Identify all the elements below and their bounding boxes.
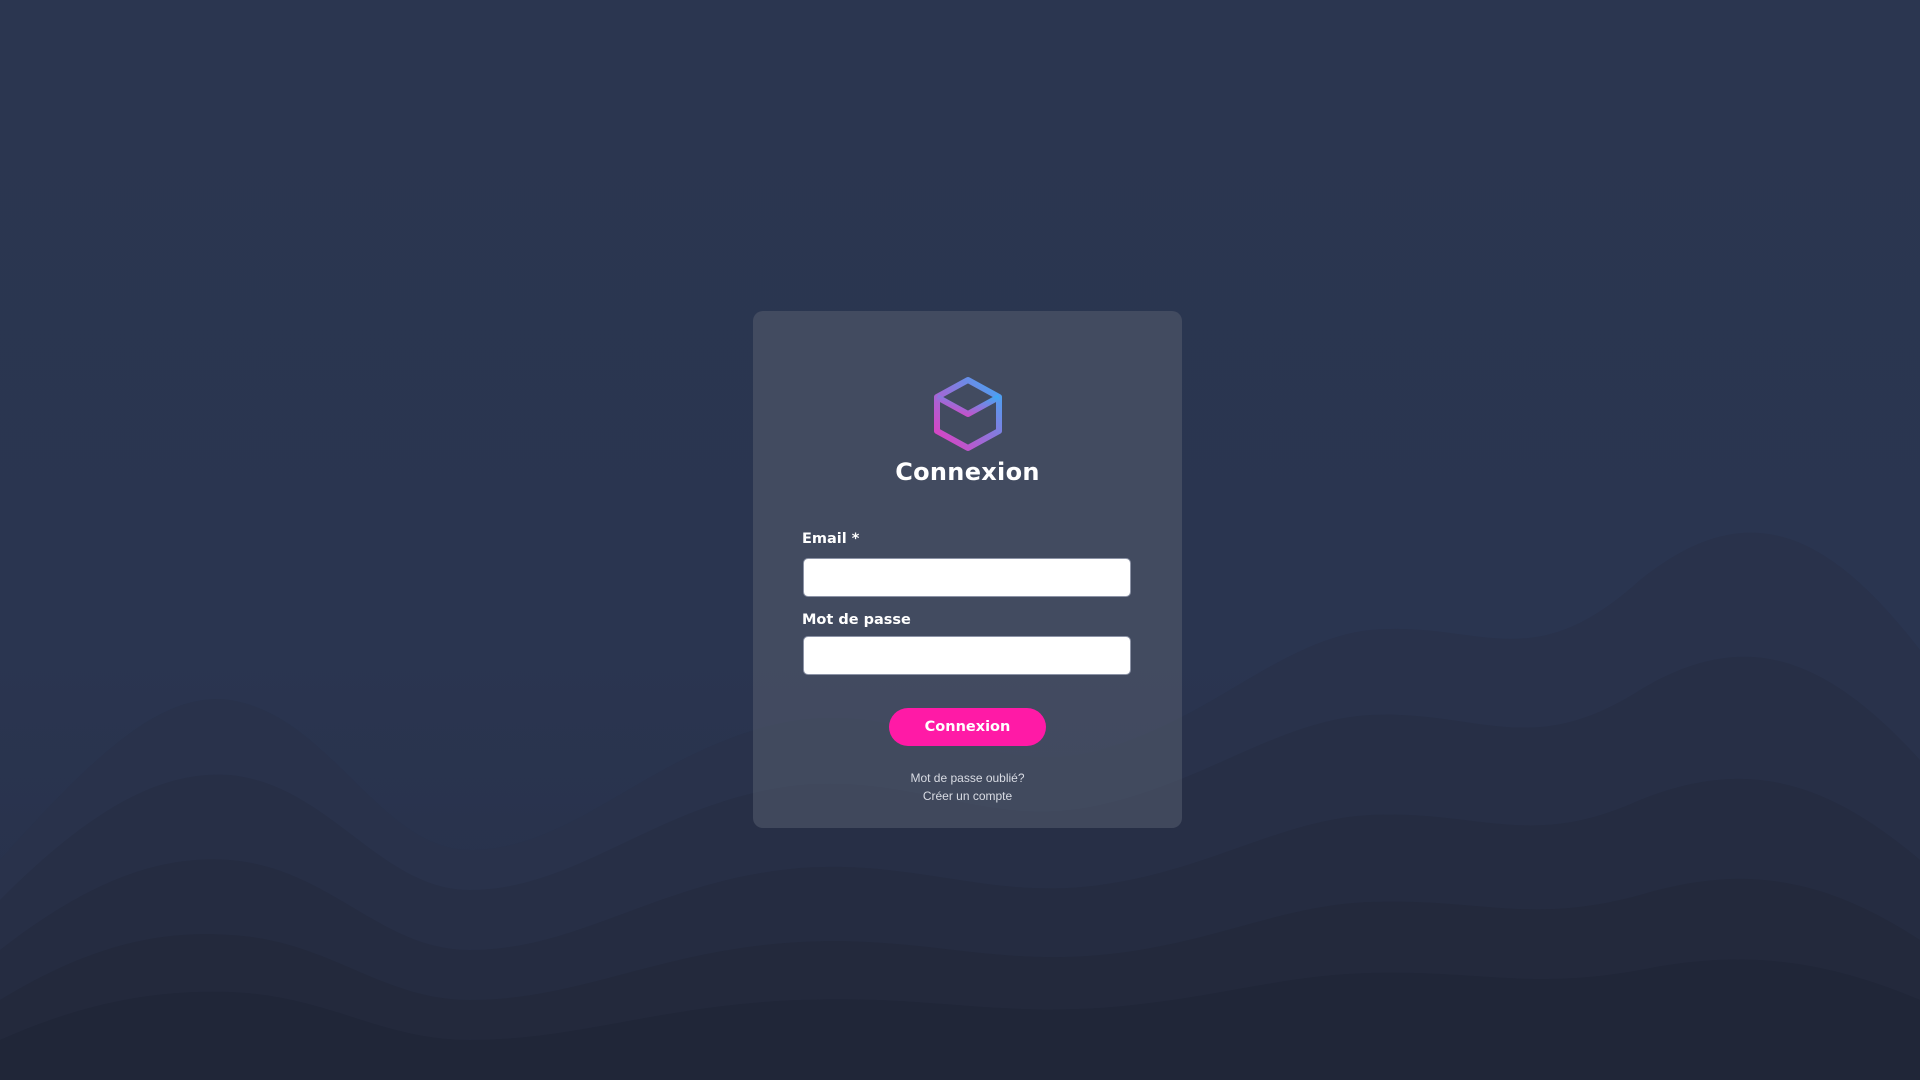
login-page: Connexion Email * Mot de passe Connexion… [0, 0, 1920, 1080]
email-field[interactable] [803, 558, 1131, 597]
page-title: Connexion [895, 458, 1040, 486]
password-field[interactable] [803, 636, 1131, 675]
login-button[interactable]: Connexion [889, 708, 1046, 746]
auth-links: Mot de passe oublié? Créer un compte [753, 769, 1182, 805]
password-label: Mot de passe [802, 612, 911, 628]
create-account-link[interactable]: Créer un compte [753, 787, 1182, 805]
login-card: Connexion Email * Mot de passe Connexion… [753, 311, 1182, 828]
cube-logo-icon [934, 377, 1002, 451]
email-label: Email * [802, 531, 860, 547]
forgot-password-link[interactable]: Mot de passe oublié? [753, 769, 1182, 787]
